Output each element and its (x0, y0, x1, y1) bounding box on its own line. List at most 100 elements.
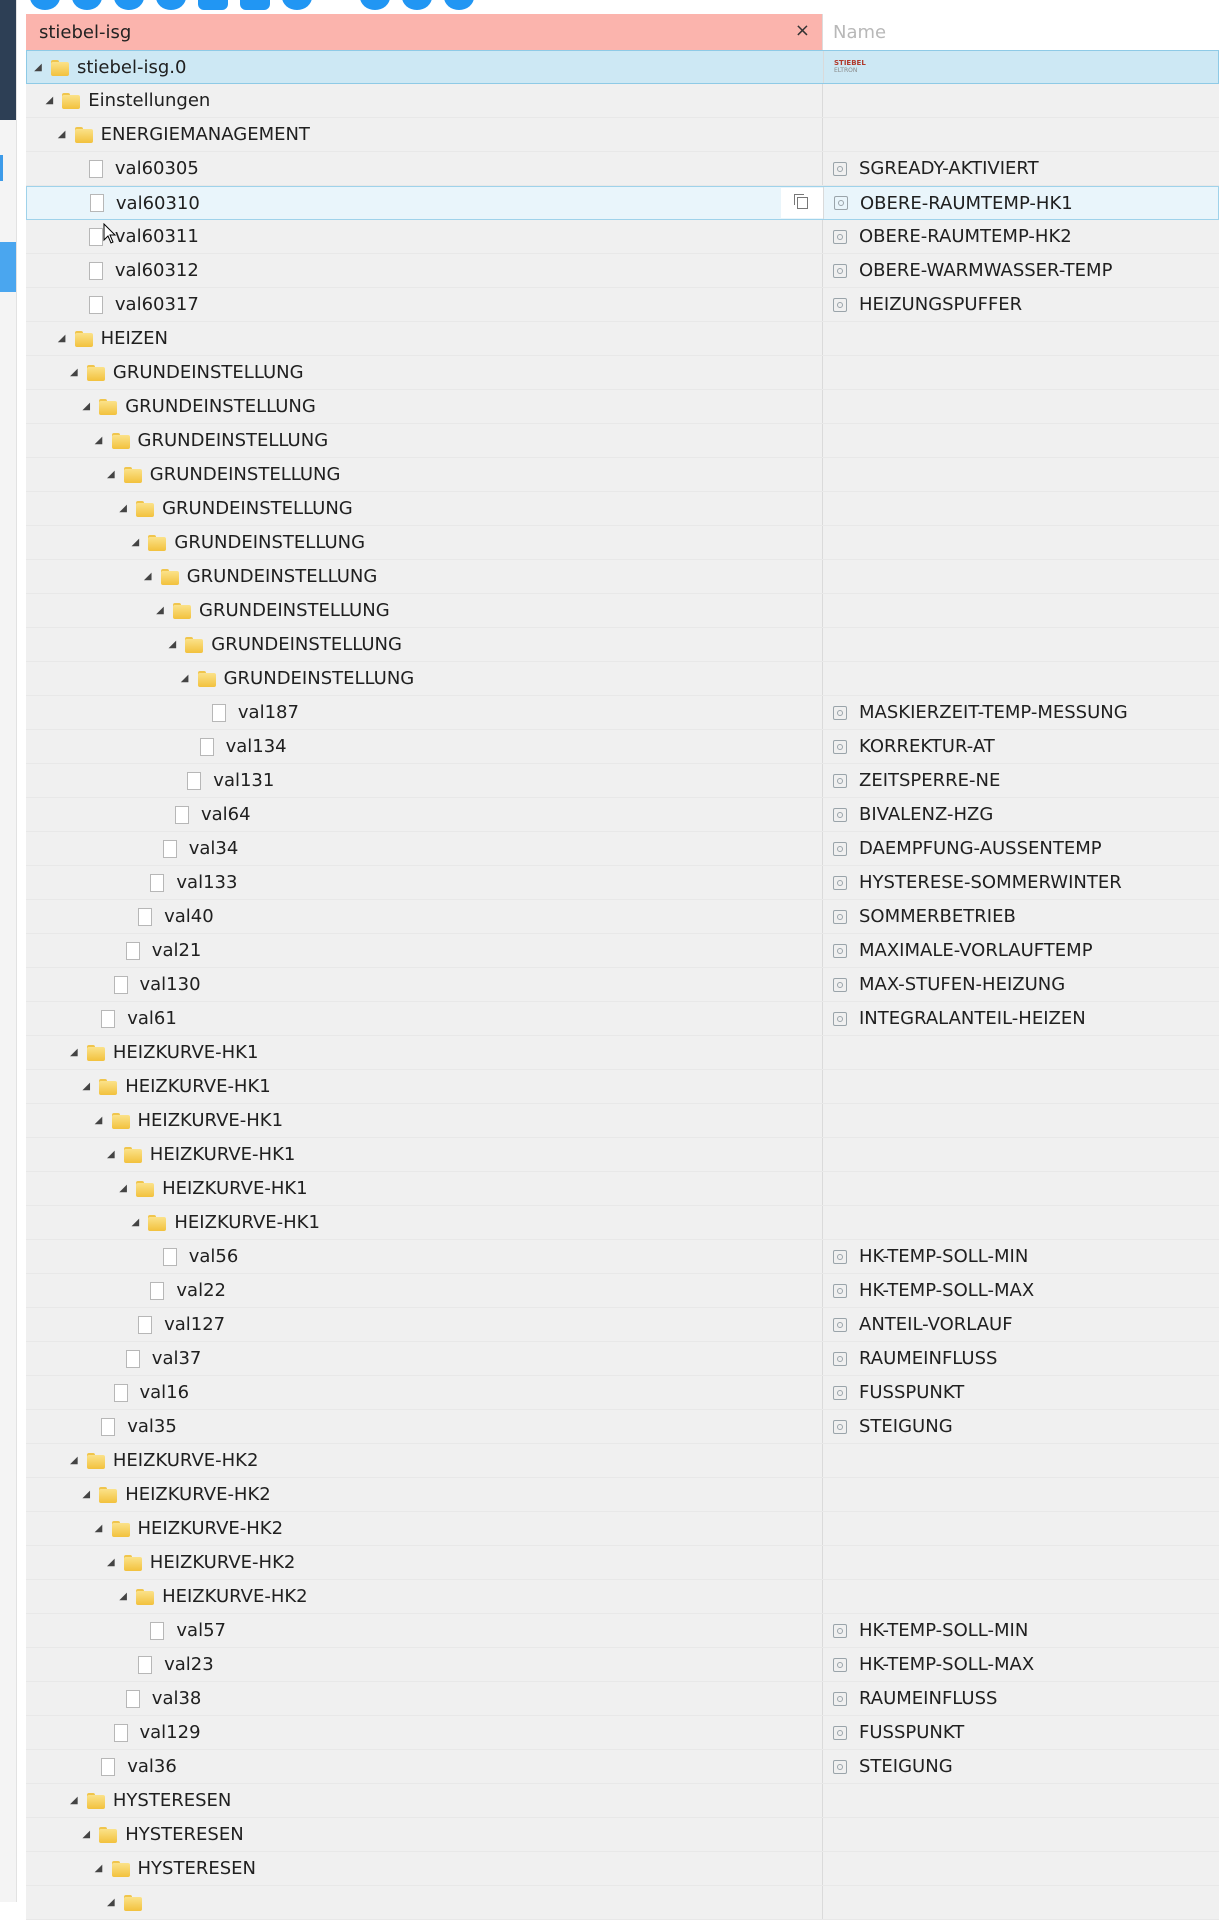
copy-icon[interactable] (781, 188, 823, 218)
tree-row[interactable]: ◢ HYSTERESEN (26, 1784, 1219, 1818)
tree-row[interactable]: ◢ HEIZKURVE-HK1 (26, 1070, 1219, 1104)
collapse-toggle-icon[interactable]: ◢ (153, 605, 167, 616)
tree-row[interactable]: ◢val64 BIVALENZ-HZG (26, 798, 1219, 832)
tree-row[interactable]: ◢val60312 OBERE-WARMWASSER-TEMP (26, 254, 1219, 288)
tree-row[interactable]: ◢ HEIZKURVE-HK2 (26, 1478, 1219, 1512)
tree-row[interactable]: ◢val60305 SGREADY-AKTIVIERT (26, 152, 1219, 186)
collapse-toggle-icon[interactable]: ◢ (104, 1149, 118, 1160)
tree-row[interactable]: ◢val60317 HEIZUNGSPUFFER (26, 288, 1219, 322)
tree-row[interactable]: ◢val38 RAUMEINFLUSS (26, 1682, 1219, 1716)
sidebar-tab-indicator[interactable] (0, 155, 3, 181)
tree-row[interactable]: ◢val131 ZEITSPERRE-NE (26, 764, 1219, 798)
tree-row[interactable]: ◢val134 KORREKTUR-AT (26, 730, 1219, 764)
toolbar-button-2[interactable] (72, 0, 102, 10)
tree-row[interactable]: ◢val35 STEIGUNG (26, 1410, 1219, 1444)
tree-row[interactable]: ◢val187 MASKIERZEIT-TEMP-MESSUNG (26, 696, 1219, 730)
tree-row[interactable]: ◢ GRUNDEINSTELLUNG (26, 526, 1219, 560)
collapse-toggle-icon[interactable]: ◢ (42, 95, 56, 106)
id-filter-input[interactable]: stiebel-isg × (26, 14, 822, 50)
collapse-toggle-icon[interactable]: ◢ (55, 129, 69, 140)
collapse-toggle-icon[interactable]: ◢ (67, 367, 81, 378)
collapse-toggle-icon[interactable]: ◢ (178, 673, 192, 684)
tree-row[interactable]: ◢ HEIZKURVE-HK1 (26, 1138, 1219, 1172)
tree-row[interactable]: ◢val60310 OBERE-RAUMTEMP-HK1 (26, 186, 1219, 220)
tree-row[interactable]: ◢ GRUNDEINSTELLUNG (26, 560, 1219, 594)
tree-row[interactable]: ◢ (26, 1886, 1219, 1920)
collapse-toggle-icon[interactable]: ◢ (116, 1183, 130, 1194)
toolbar-button-3[interactable] (114, 0, 144, 10)
tree-row[interactable]: ◢ GRUNDEINSTELLUNG (26, 390, 1219, 424)
tree-row[interactable]: ◢ HYSTERESEN (26, 1852, 1219, 1886)
collapse-toggle-icon[interactable]: ◢ (79, 401, 93, 412)
tree-row[interactable]: ◢ GRUNDEINSTELLUNG (26, 594, 1219, 628)
collapse-toggle-icon[interactable]: ◢ (104, 1897, 118, 1908)
collapse-toggle-icon[interactable]: ◢ (67, 1455, 81, 1466)
collapse-toggle-icon[interactable]: ◢ (55, 333, 69, 344)
tree-row[interactable]: ◢ HEIZKURVE-HK1 (26, 1036, 1219, 1070)
tree-row[interactable]: ◢ GRUNDEINSTELLUNG (26, 628, 1219, 662)
tree-row[interactable]: ◢ HEIZKURVE-HK1 (26, 1104, 1219, 1138)
toolbar-button-7[interactable] (282, 0, 312, 10)
tree-row[interactable]: ◢val23 HK-TEMP-SOLL-MAX (26, 1648, 1219, 1682)
tree-row[interactable]: ◢val129 FUSSPUNKT (26, 1716, 1219, 1750)
tree-row[interactable]: ◢val22 HK-TEMP-SOLL-MAX (26, 1274, 1219, 1308)
tree-row[interactable]: ◢val60311 OBERE-RAUMTEMP-HK2 (26, 220, 1219, 254)
tree-row[interactable]: ◢ GRUNDEINSTELLUNG (26, 662, 1219, 696)
tree-row[interactable]: ◢ Einstellungen (26, 84, 1219, 118)
collapse-toggle-icon[interactable]: ◢ (92, 435, 106, 446)
collapse-toggle-icon[interactable]: ◢ (116, 503, 130, 514)
name-filter-input[interactable]: Name (822, 14, 1219, 50)
tree-row[interactable]: ◢ HEIZEN (26, 322, 1219, 356)
clear-filter-icon[interactable]: × (795, 20, 810, 41)
tree-row[interactable]: ◢ HEIZKURVE-HK2 (26, 1512, 1219, 1546)
toolbar-button-8[interactable] (360, 0, 390, 10)
tree-root-row[interactable]: ◢ stiebel-isg.0 STIEBEL ELTRON (26, 50, 1219, 84)
tree-row[interactable]: ◢val133 HYSTERESE-SOMMERWINTER (26, 866, 1219, 900)
collapse-toggle-icon[interactable]: ◢ (79, 1829, 93, 1840)
collapse-toggle-icon[interactable]: ◢ (67, 1795, 81, 1806)
tree-row[interactable]: ◢val37 RAUMEINFLUSS (26, 1342, 1219, 1376)
tree-row[interactable]: ◢ HEIZKURVE-HK2 (26, 1580, 1219, 1614)
collapse-toggle-icon[interactable]: ◢ (92, 1115, 106, 1126)
toolbar-button-4[interactable] (156, 0, 186, 10)
collapse-toggle-icon[interactable]: ◢ (128, 537, 142, 548)
collapse-toggle-icon[interactable]: ◢ (141, 571, 155, 582)
tree-row[interactable]: ◢val56 HK-TEMP-SOLL-MIN (26, 1240, 1219, 1274)
tree-row[interactable]: ◢ GRUNDEINSTELLUNG (26, 492, 1219, 526)
collapse-toggle-icon[interactable]: ◢ (165, 639, 179, 650)
tree-row[interactable]: ◢ HEIZKURVE-HK1 (26, 1172, 1219, 1206)
tree-row[interactable]: ◢ HEIZKURVE-HK1 (26, 1206, 1219, 1240)
tree-row[interactable]: ◢ HYSTERESEN (26, 1818, 1219, 1852)
tree-row[interactable]: ◢val130 MAX-STUFEN-HEIZUNG (26, 968, 1219, 1002)
tree-row[interactable]: ◢ GRUNDEINSTELLUNG (26, 424, 1219, 458)
tree-row[interactable]: ◢ ENERGIEMANAGEMENT (26, 118, 1219, 152)
tree-row[interactable]: ◢val36 STEIGUNG (26, 1750, 1219, 1784)
collapse-toggle-icon[interactable]: ◢ (92, 1523, 106, 1534)
toolbar-button-10[interactable] (444, 0, 474, 10)
collapse-toggle-icon[interactable]: ◢ (92, 1863, 106, 1874)
tree-row[interactable]: ◢ GRUNDEINSTELLUNG (26, 356, 1219, 390)
toolbar-button-1[interactable] (30, 0, 60, 10)
collapse-toggle-icon[interactable]: ◢ (104, 469, 118, 480)
toolbar-button-6[interactable] (240, 0, 270, 10)
tree-row[interactable]: ◢ HEIZKURVE-HK2 (26, 1444, 1219, 1478)
collapse-toggle-icon[interactable]: ◢ (128, 1217, 142, 1228)
collapse-toggle-icon[interactable]: ◢ (67, 1047, 81, 1058)
tree-row[interactable]: ◢ HEIZKURVE-HK2 (26, 1546, 1219, 1580)
toolbar-button-9[interactable] (402, 0, 432, 10)
collapse-toggle-icon[interactable]: ◢ (79, 1081, 93, 1092)
tree-row[interactable]: ◢val16 FUSSPUNKT (26, 1376, 1219, 1410)
collapse-toggle-icon[interactable]: ◢ (104, 1557, 118, 1568)
tree-row[interactable]: ◢val21 MAXIMALE-VORLAUFTEMP (26, 934, 1219, 968)
toolbar-button-5[interactable] (198, 0, 228, 10)
tree-row[interactable]: ◢val61 INTEGRALANTEIL-HEIZEN (26, 1002, 1219, 1036)
collapse-toggle-icon[interactable]: ◢ (79, 1489, 93, 1500)
tree-row[interactable]: ◢ GRUNDEINSTELLUNG (26, 458, 1219, 492)
tree-row[interactable]: ◢val127 ANTEIL-VORLAUF (26, 1308, 1219, 1342)
tree-row[interactable]: ◢val40 SOMMERBETRIEB (26, 900, 1219, 934)
tree-row[interactable]: ◢val34 DAEMPFUNG-AUSSENTEMP (26, 832, 1219, 866)
collapse-toggle-icon[interactable]: ◢ (116, 1591, 130, 1602)
tree-row[interactable]: ◢val57 HK-TEMP-SOLL-MIN (26, 1614, 1219, 1648)
sidebar-active-tab[interactable] (0, 242, 16, 292)
collapse-toggle-icon[interactable]: ◢ (31, 62, 45, 73)
